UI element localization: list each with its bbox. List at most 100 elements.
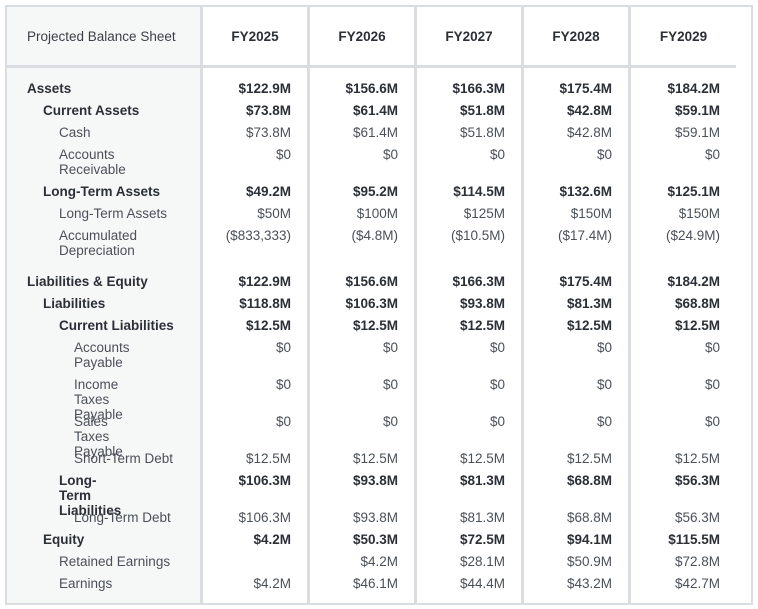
cell-value: $4.2M: [253, 532, 291, 547]
column-fy2027: FY2027 $166.3M $51.8M $51.8M $0 $114.5M $125M (…: [417, 7, 524, 603]
cell-value: $42.8M: [566, 125, 612, 140]
cell-value: $93.8M: [459, 296, 505, 311]
cell-value: $68.8M: [674, 296, 720, 311]
column-header: FY2025: [203, 7, 307, 68]
cell-value: $72.8M: [674, 554, 720, 569]
row-label: Long-Term Assets: [43, 184, 161, 199]
row-label: Accounts Payable: [74, 340, 130, 370]
cell-value: $0: [596, 414, 612, 429]
row-label: Assets: [27, 81, 72, 96]
cell-value: $106.3M: [238, 473, 291, 488]
cell-value: $132.6M: [559, 184, 612, 199]
cell-value: $0: [704, 340, 720, 355]
cell-value: $0: [489, 377, 505, 392]
cell-value: $122.9M: [238, 274, 291, 289]
cell-value: $42.7M: [674, 576, 720, 591]
cell-value: $0: [704, 414, 720, 429]
cell-value: $0: [596, 377, 612, 392]
cell-value: $166.3M: [452, 81, 505, 96]
cell-value: $42.8M: [566, 103, 612, 118]
cell-value: $28.1M: [459, 554, 505, 569]
cell-value: $72.5M: [459, 532, 505, 547]
cell-value: $12.5M: [245, 318, 291, 333]
cell-value: $43.2M: [566, 576, 612, 591]
cell-value: $59.1M: [674, 103, 720, 118]
cell-value: $114.5M: [453, 184, 505, 199]
cell-value: $12.5M: [566, 318, 612, 333]
cell-value: $12.5M: [459, 451, 505, 466]
cell-value: $0: [596, 147, 612, 162]
cell-value: $150M: [570, 206, 612, 221]
cell-value: $46.1M: [352, 576, 398, 591]
cell-value: $50M: [257, 206, 291, 221]
cell-value: $68.8M: [566, 473, 612, 488]
cell-value: $118.8M: [239, 296, 291, 311]
row-label: Equity: [43, 532, 85, 547]
cell-value: $115.5M: [668, 532, 720, 547]
cell-value: $12.5M: [352, 451, 398, 466]
row-label: Current Liabilities: [59, 318, 174, 333]
cell-value: $0: [382, 340, 398, 355]
cell-value: $0: [382, 147, 398, 162]
row-label: Short-Term Debt: [74, 451, 174, 466]
cell-value: $184.2M: [667, 274, 720, 289]
column-header: FY2026: [310, 7, 414, 68]
cell-value: $175.4M: [559, 81, 612, 96]
cell-value: $94.1M: [566, 532, 612, 547]
cell-value: $81.3M: [459, 473, 505, 488]
cell-value: $12.5M: [674, 451, 720, 466]
cell-value: $73.8M: [245, 125, 291, 140]
row-label: Long-Term Liabilities: [59, 473, 122, 518]
cell-value: $156.6M: [345, 274, 398, 289]
cell-value: $0: [275, 340, 291, 355]
cell-value: $122.9M: [238, 81, 291, 96]
balance-sheet-table: Projected Balance Sheet Assets Current As…: [5, 5, 753, 605]
cell-value: $0: [489, 414, 505, 429]
row-label: Sales Taxes Payable: [74, 414, 123, 459]
cell-value: $0: [382, 414, 398, 429]
cell-value: $81.3M: [459, 510, 505, 525]
cell-value: $12.5M: [459, 318, 505, 333]
cell-value: $166.3M: [452, 274, 505, 289]
cell-value: $93.8M: [352, 510, 398, 525]
cell-value: $106.3M: [238, 510, 291, 525]
value-rows: $175.4M $42.8M $42.8M $0 $132.6M $150M ($17.4M…: [524, 68, 628, 595]
cell-value: $4.2M: [253, 576, 291, 591]
table-grid: Projected Balance Sheet Assets Current As…: [7, 7, 751, 603]
cell-value: $49.2M: [245, 184, 291, 199]
cell-value: $61.4M: [352, 103, 398, 118]
cell-value: $68.8M: [566, 510, 612, 525]
row-label: Earnings: [59, 576, 113, 591]
cell-value: ($4.8M): [351, 228, 398, 243]
cell-value: $106.3M: [345, 296, 398, 311]
column-header: FY2027: [417, 7, 521, 68]
cell-value: $4.2M: [360, 554, 398, 569]
table-title: Projected Balance Sheet: [7, 7, 200, 68]
row-label: Accumulated Depreciation: [59, 228, 138, 258]
cell-value: $93.8M: [352, 473, 398, 488]
cell-value: $0: [275, 414, 291, 429]
column-header: FY2028: [524, 7, 628, 68]
column-fy2026: FY2026 $156.6M $61.4M $61.4M $0 $95.2M $100M ($…: [310, 7, 417, 603]
cell-value: $0: [275, 147, 291, 162]
cell-value: ($833,333): [225, 228, 291, 243]
cell-value: $0: [489, 340, 505, 355]
label-column: Projected Balance Sheet Assets Current As…: [7, 7, 203, 603]
column-fy2025: FY2025 $122.9M $73.8M $73.8M $0 $49.2M $50M ($8…: [203, 7, 310, 603]
cell-value: $150M: [678, 206, 720, 221]
cell-value: $50.9M: [566, 554, 612, 569]
row-label: Liabilities & Equity: [27, 274, 148, 289]
cell-value: ($10.5M): [450, 228, 505, 243]
cell-value: $175.4M: [559, 274, 612, 289]
column-header: FY2029: [631, 7, 736, 68]
cell-value: [203, 551, 307, 573]
cell-value: $44.4M: [459, 576, 505, 591]
row-label: Retained Earnings: [59, 554, 171, 569]
cell-value: $59.1M: [674, 125, 720, 140]
column-fy2029: FY2029 $184.2M $59.1M $59.1M $0 $125.1M $150M (…: [631, 7, 736, 603]
